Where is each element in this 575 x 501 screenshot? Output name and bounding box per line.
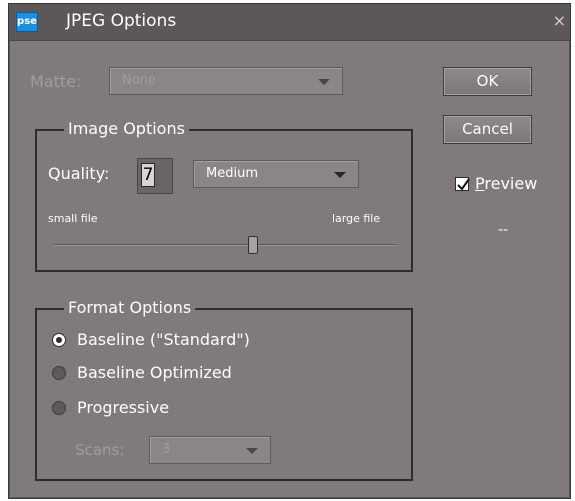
baseline-standard-radio[interactable]	[52, 333, 66, 347]
large-file-label: large file	[332, 212, 381, 225]
image-options-group	[35, 129, 413, 272]
quality-input[interactable]: 7	[141, 163, 155, 187]
title-bar[interactable]: pse JPEG Options ×	[9, 4, 570, 41]
progressive-label[interactable]: Progressive	[77, 398, 169, 417]
matte-select[interactable]: None	[109, 67, 343, 95]
progressive-radio[interactable]	[52, 401, 66, 415]
cancel-button[interactable]: Cancel	[443, 115, 532, 144]
dialog-title: JPEG Options	[66, 11, 177, 31]
close-icon[interactable]: ×	[553, 11, 566, 30]
checkmark-icon	[457, 178, 470, 191]
app-logo-icon: pse	[16, 12, 38, 32]
preview-label[interactable]: Preview	[475, 174, 537, 193]
scans-label: Scans:	[75, 441, 125, 459]
quality-slider-thumb[interactable]	[248, 236, 259, 254]
small-file-label: small file	[48, 212, 98, 225]
matte-label: Matte:	[30, 72, 82, 91]
quality-field[interactable]: 7	[137, 158, 173, 194]
chevron-down-icon	[318, 79, 330, 85]
quality-preset-select[interactable]: Medium	[193, 160, 359, 188]
format-options-legend: Format Options	[64, 298, 196, 317]
preview-file-size: --	[498, 222, 509, 238]
scans-select[interactable]: 3	[149, 436, 271, 464]
chevron-down-icon	[334, 172, 346, 178]
baseline-standard-label[interactable]: Baseline ("Standard")	[77, 330, 250, 349]
matte-select-value: None	[122, 73, 156, 88]
quality-preset-value: Medium	[206, 166, 258, 181]
image-options-legend: Image Options	[64, 119, 189, 138]
quality-slider-track[interactable]	[53, 244, 396, 246]
scans-select-value: 3	[162, 442, 171, 457]
preview-checkbox[interactable]	[455, 177, 470, 191]
baseline-optimized-radio[interactable]	[52, 366, 66, 380]
quality-label: Quality:	[48, 164, 110, 183]
baseline-optimized-label[interactable]: Baseline Optimized	[77, 363, 232, 382]
jpeg-options-dialog: pse JPEG Options × Matte: None OK Cancel…	[8, 3, 571, 499]
chevron-down-icon	[246, 448, 258, 454]
ok-button[interactable]: OK	[443, 67, 532, 96]
